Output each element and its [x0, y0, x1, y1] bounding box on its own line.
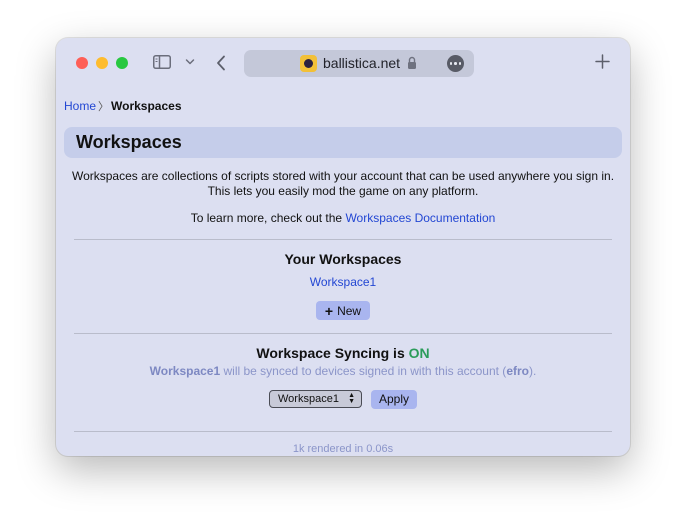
sync-middle-text: will be synced to devices signed in with…: [220, 364, 507, 378]
maximize-window-button[interactable]: [116, 57, 128, 69]
sync-description: Workspace1 will be synced to devices sig…: [56, 364, 630, 378]
sync-workspace-name: Workspace1: [149, 364, 221, 378]
page-description: Workspaces are collections of scripts st…: [56, 169, 630, 198]
url-text: ballistica.net: [323, 55, 401, 71]
apply-button[interactable]: Apply: [371, 390, 417, 409]
breadcrumb-current: Workspaces: [111, 99, 182, 113]
new-button-label: New: [337, 303, 362, 318]
workspace-list: Workspace1: [56, 275, 630, 289]
lock-icon: [408, 56, 416, 69]
new-workspace-button[interactable]: + New: [316, 301, 370, 320]
divider: [74, 431, 612, 432]
workspaces-documentation-link[interactable]: Workspaces Documentation: [345, 211, 495, 225]
breadcrumb-home-link[interactable]: Home: [64, 99, 96, 113]
divider: [74, 239, 612, 240]
description-line-1: Workspaces are collections of scripts st…: [71, 169, 615, 183]
learn-more-prefix: To learn more, check out the: [190, 211, 346, 225]
divider: [74, 333, 612, 334]
browser-window: ballistica.net Home 〉 Workspaces Workspace…: [56, 38, 630, 456]
render-time-footer: 1k rendered in 0.06s: [292, 443, 394, 455]
breadcrumb-separator-icon: 〉: [98, 101, 110, 113]
close-window-button[interactable]: [76, 57, 88, 69]
workspace-select-value: Workspace1: [278, 393, 339, 405]
more-icon[interactable]: [447, 55, 464, 72]
browser-toolbar: ballistica.net: [56, 38, 630, 90]
sidebar-icon[interactable]: [153, 55, 171, 69]
syncing-heading-prefix: Workspace Syncing is: [256, 345, 409, 361]
page-title-bar: Workspaces: [64, 127, 622, 158]
page-title: Workspaces: [76, 132, 182, 152]
chevron-down-icon[interactable]: [185, 58, 195, 66]
sync-account-name: efro: [506, 364, 529, 378]
workspace-select[interactable]: Workspace1 ▲ ▼: [269, 390, 362, 408]
favicon: [300, 55, 317, 72]
description-line-2: This lets you easily mod the game on any…: [207, 183, 479, 198]
workspace-syncing-heading: Workspace Syncing is ON: [56, 345, 630, 361]
learn-more-text: To learn more, check out the Workspaces …: [56, 211, 630, 225]
select-arrows-icon: ▲ ▼: [348, 392, 355, 405]
new-tab-icon[interactable]: [595, 54, 610, 69]
back-icon[interactable]: [216, 55, 226, 71]
page-content: Home 〉 Workspaces Workspaces Workspaces ar…: [56, 90, 630, 456]
plus-icon: +: [324, 302, 334, 319]
minimize-window-button[interactable]: [96, 57, 108, 69]
your-workspaces-heading: Your Workspaces: [284, 251, 402, 267]
address-bar[interactable]: ballistica.net: [244, 50, 474, 77]
sync-suffix: ).: [528, 364, 537, 378]
sync-status: ON: [408, 345, 430, 361]
workspace-link[interactable]: Workspace1: [310, 275, 376, 289]
breadcrumb: Home 〉 Workspaces: [64, 98, 182, 114]
